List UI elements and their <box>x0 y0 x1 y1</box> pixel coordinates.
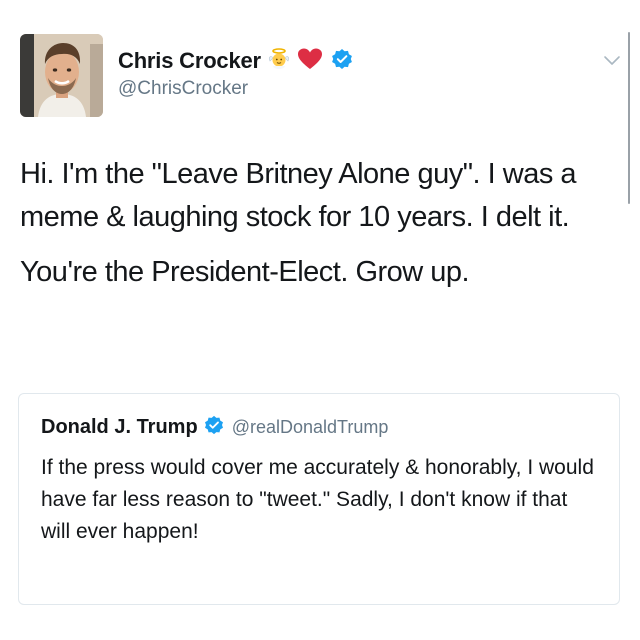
chevron-down-icon[interactable] <box>602 54 622 68</box>
quoted-tweet-text: If the press would cover me accurately &… <box>41 456 594 543</box>
red-heart-emoji-icon <box>297 47 323 76</box>
baby-angel-emoji-icon <box>267 47 291 76</box>
verified-badge-icon <box>204 415 224 440</box>
tweet-paragraph: Hi. I'm the "Leave Britney Alone guy". I… <box>20 158 577 233</box>
quoted-author-handle: @realDonaldTrump <box>231 416 389 437</box>
tweet-paragraph: You're the President-Elect. Grow up. <box>20 256 470 288</box>
author-handle[interactable]: @ChrisCrocker <box>118 78 248 100</box>
verified-badge-icon <box>331 48 353 75</box>
avatar[interactable] <box>20 34 103 117</box>
author-display-name[interactable]: Chris Crocker <box>118 48 261 74</box>
quoted-tweet-header: Donald J. Trump @realDonaldTrump <box>41 414 388 440</box>
tweet-text: Hi. I'm the "Leave Britney Alone guy". I… <box>20 153 626 294</box>
author-name-row: Chris Crocker <box>118 47 353 75</box>
quoted-author-display-name: Donald J. Trump <box>41 415 198 438</box>
quoted-tweet-card[interactable]: Donald J. Trump @realDonaldTrump If the … <box>18 393 620 605</box>
avatar-photo <box>20 34 103 117</box>
tweet: Chris Crocker @ChrisCrocker Hi. I'm the … <box>0 0 640 640</box>
scrollbar[interactable] <box>628 32 630 204</box>
